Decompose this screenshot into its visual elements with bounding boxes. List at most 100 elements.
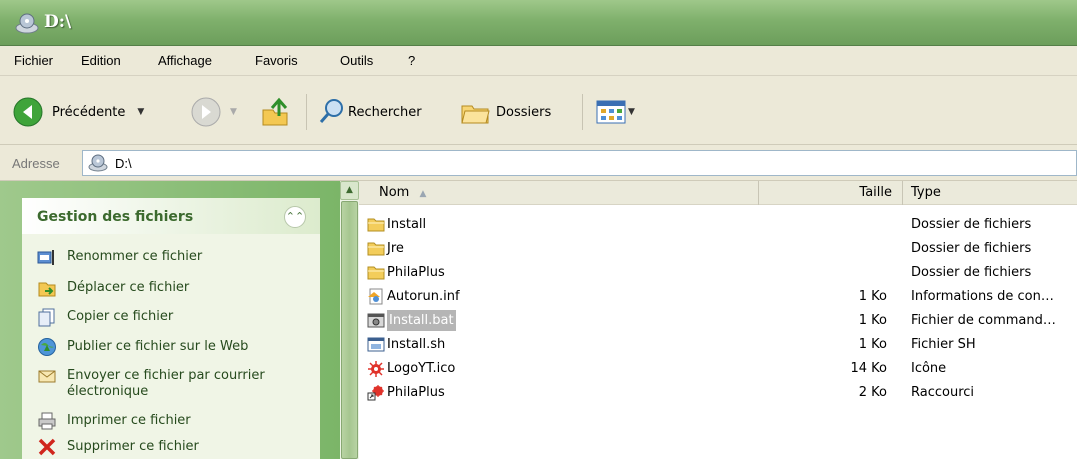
task-print[interactable]: Imprimer ce fichier — [37, 411, 191, 431]
back-label: Précédente — [52, 104, 126, 120]
file-name: PhilaPlus — [387, 265, 445, 280]
file-name-cell: Install.sh — [367, 334, 445, 355]
drive-icon — [15, 13, 39, 34]
toolbar-separator — [582, 94, 583, 130]
panel-title: Gestion des fichiers — [37, 209, 194, 225]
sh-file-icon — [367, 337, 385, 352]
file-size: 1 Ko — [858, 289, 887, 304]
drive-icon — [88, 154, 108, 172]
file-name-cell: PhilaPlus — [367, 382, 445, 403]
shortcut-icon — [367, 385, 384, 401]
forward-arrow-icon — [191, 97, 221, 127]
task-label: Imprimer ce fichier — [67, 413, 191, 428]
sort-ascending-icon: ▲ — [419, 189, 427, 199]
back-dropdown-icon[interactable]: ▼ — [137, 107, 144, 117]
file-size: 1 Ko — [858, 337, 887, 352]
file-type: Icône — [911, 361, 947, 376]
task-pane: Gestion des fichiers ⌃⌃ Renommer ce fich… — [0, 181, 340, 459]
forward-dropdown-icon[interactable]: ▼ — [230, 107, 237, 117]
file-size: 1 Ko — [858, 313, 887, 328]
file-name-cell: PhilaPlus — [367, 262, 445, 283]
file-size — [799, 214, 887, 235]
file-size: 2 Ko — [858, 385, 887, 400]
forward-button[interactable]: ▼ — [190, 96, 237, 128]
toolbar-separator — [306, 94, 307, 130]
menu-outils[interactable]: Outils — [340, 53, 373, 68]
file-row[interactable]: LogoYT.ico 14 Ko Icône — [359, 358, 1077, 379]
copy-icon — [38, 308, 55, 327]
file-type: Dossier de fichiers — [911, 265, 1032, 280]
file-type: Informations de con… — [911, 289, 1054, 304]
scroll-up-icon[interactable]: ▲ — [340, 181, 359, 200]
task-email[interactable]: Envoyer ce fichier par courrier électron… — [37, 366, 287, 400]
file-name: Install.bat — [387, 310, 456, 331]
views-dropdown-icon[interactable]: ▼ — [628, 107, 635, 117]
file-row[interactable]: Install.sh 1 Ko Fichier SH — [359, 334, 1077, 355]
title-bar[interactable]: D:\ — [0, 0, 1077, 46]
file-row[interactable]: Install Dossier de fichiers — [359, 214, 1077, 235]
folder-icon — [367, 218, 385, 232]
views-button[interactable]: ▼ — [596, 96, 635, 128]
menu-help[interactable]: ? — [408, 53, 415, 68]
menu-bar: Fichier Edition Affichage Favoris Outils… — [0, 46, 1077, 76]
task-label: Déplacer ce fichier — [67, 280, 190, 295]
file-list: Nom ▲ Taille Type Install Dossier de fic… — [359, 181, 1077, 459]
menu-fichier[interactable]: Fichier — [14, 53, 53, 68]
file-row[interactable]: PhilaPlus Dossier de fichiers — [359, 262, 1077, 283]
file-row-selected[interactable]: Install.bat 1 Ko Fichier de command… — [359, 310, 1077, 331]
column-size-label: Taille — [859, 185, 892, 200]
column-name[interactable]: Nom ▲ — [359, 181, 759, 205]
address-bar: Adresse D:\ — [0, 145, 1077, 181]
folders-label: Dossiers — [496, 104, 552, 120]
address-input[interactable]: D:\ — [82, 150, 1077, 176]
file-name: LogoYT.ico — [387, 361, 456, 376]
file-name: Install.sh — [387, 337, 446, 352]
column-size[interactable]: Taille — [759, 181, 903, 205]
file-type: Dossier de fichiers — [911, 241, 1032, 256]
task-pane-scrollbar[interactable]: ▲ — [340, 181, 359, 459]
file-size — [799, 262, 887, 283]
task-publish-web[interactable]: Publier ce fichier sur le Web — [37, 337, 248, 357]
task-move[interactable]: Déplacer ce fichier — [37, 278, 189, 298]
task-label: Renommer ce fichier — [67, 249, 203, 264]
task-copy[interactable]: Copier ce fichier — [37, 307, 173, 327]
file-row[interactable]: Jre Dossier de fichiers — [359, 238, 1077, 259]
collapse-icon[interactable]: ⌃⌃ — [284, 206, 306, 228]
scroll-thumb[interactable] — [341, 201, 358, 459]
file-tasks-panel: Gestion des fichiers ⌃⌃ Renommer ce fich… — [22, 198, 320, 459]
file-row[interactable]: PhilaPlus 2 Ko Raccourci — [359, 382, 1077, 403]
back-button[interactable]: Précédente ▼ — [12, 96, 144, 128]
views-icon — [596, 100, 626, 124]
file-name-cell: Autorun.inf — [367, 286, 460, 307]
menu-affichage[interactable]: Affichage — [158, 53, 212, 68]
file-name-cell: Install.bat — [367, 310, 456, 331]
column-type-label: Type — [911, 185, 941, 200]
search-button[interactable]: Rechercher — [318, 96, 422, 128]
search-label: Rechercher — [348, 104, 422, 120]
file-row[interactable]: Autorun.inf 1 Ko Informations de con… — [359, 286, 1077, 307]
task-label: Publier ce fichier sur le Web — [67, 339, 249, 354]
back-arrow-icon — [13, 97, 43, 127]
up-folder-button[interactable] — [260, 96, 290, 128]
menu-favoris[interactable]: Favoris — [255, 53, 298, 68]
task-rename[interactable]: Renommer ce fichier — [37, 247, 202, 267]
ico-file-icon — [368, 361, 384, 377]
file-size: 14 Ko — [850, 361, 887, 376]
folders-button[interactable]: Dossiers — [460, 96, 551, 128]
file-type: Raccourci — [911, 385, 975, 400]
menu-edition[interactable]: Edition — [81, 53, 121, 68]
task-delete[interactable]: Supprimer ce fichier — [37, 437, 199, 457]
file-size — [799, 238, 887, 259]
toolbar: Précédente ▼ ▼ Rechercher Dossiers ▼ — [0, 76, 1077, 145]
file-type: Fichier de command… — [911, 313, 1056, 328]
file-name: Autorun.inf — [387, 289, 460, 304]
column-type[interactable]: Type — [911, 181, 1077, 205]
file-name: PhilaPlus — [387, 385, 445, 400]
panel-header[interactable]: Gestion des fichiers ⌃⌃ — [22, 198, 320, 234]
inf-file-icon — [368, 288, 383, 305]
address-value: D:\ — [115, 156, 132, 171]
email-icon — [38, 370, 56, 383]
folders-icon — [461, 105, 490, 124]
delete-icon — [38, 438, 56, 456]
task-label: Copier ce fichier — [67, 309, 174, 324]
